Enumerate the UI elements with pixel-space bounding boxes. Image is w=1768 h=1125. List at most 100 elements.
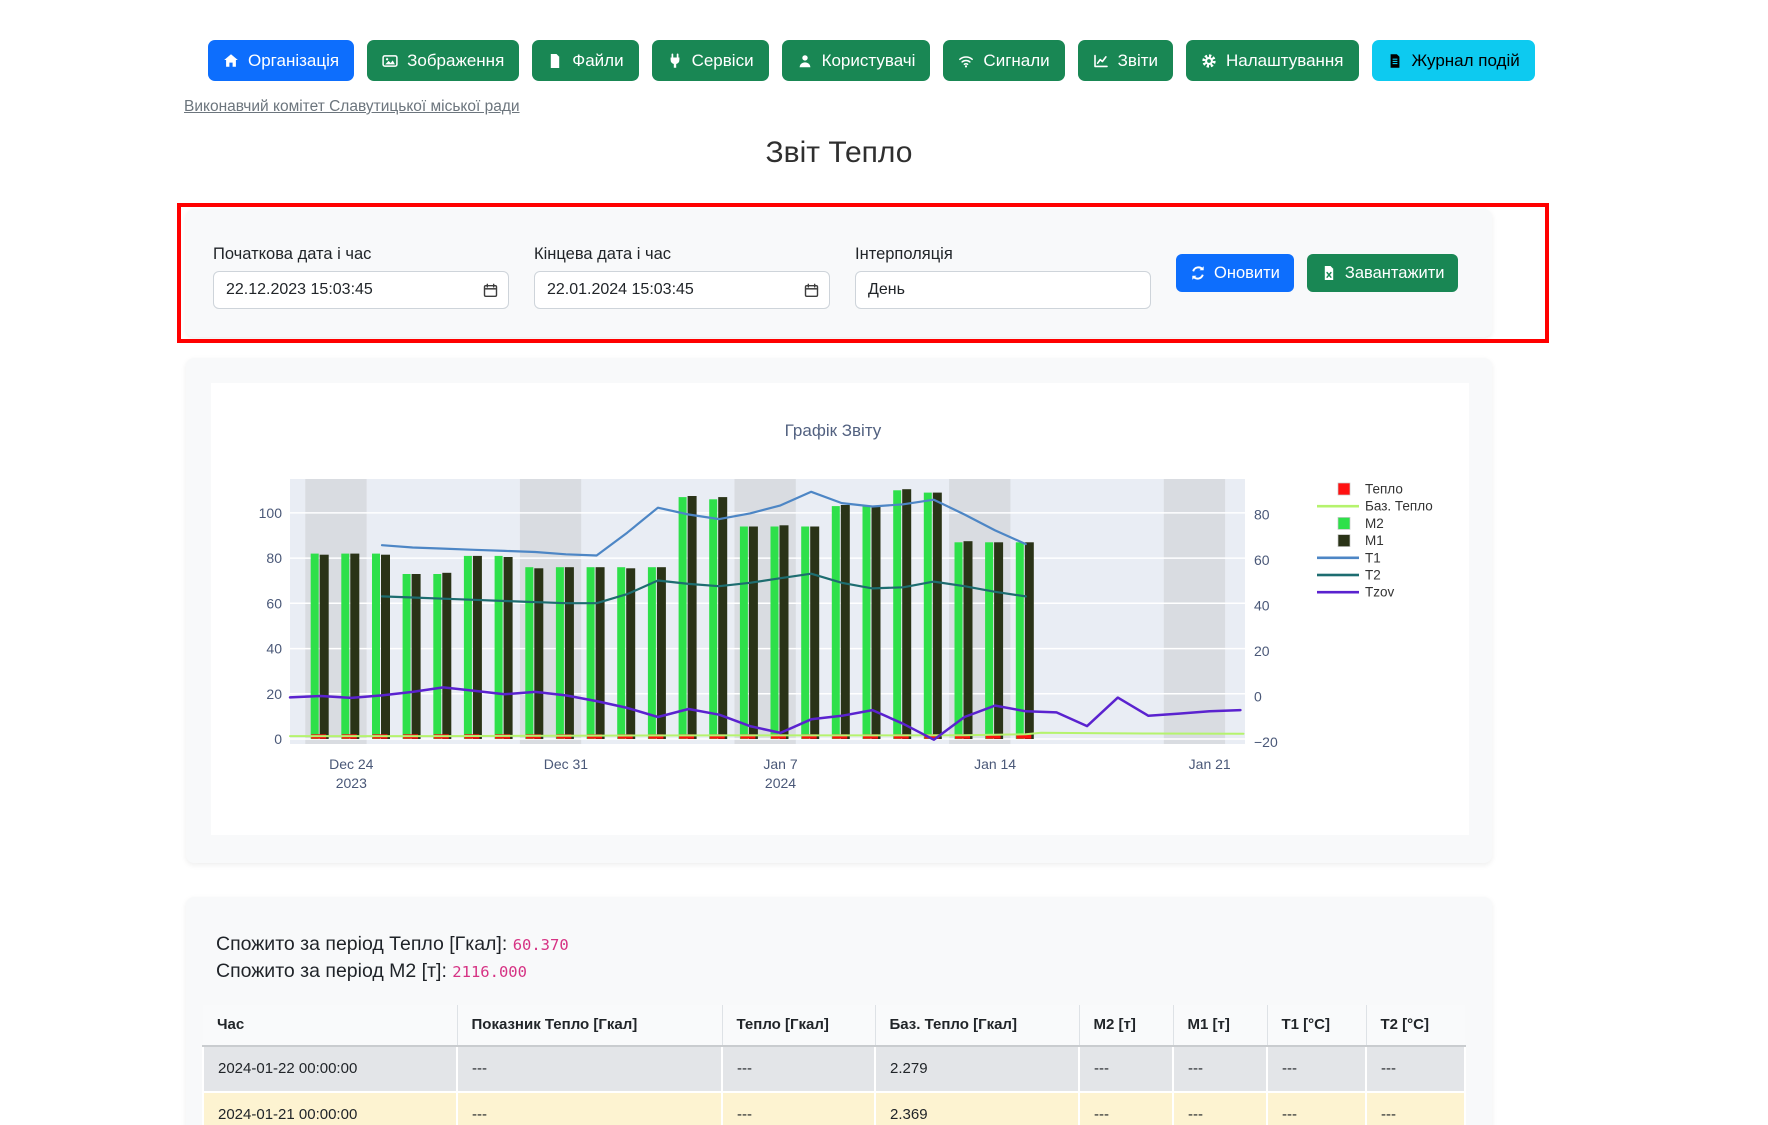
svg-text:Jan 21: Jan 21 (1189, 756, 1231, 772)
chart-title: Графік Звіту (785, 421, 882, 440)
weekend-band (1164, 479, 1225, 744)
start-date-field: Початкова дата і час (213, 245, 509, 337)
end-date-value[interactable] (547, 281, 804, 299)
table-cell: --- (722, 1092, 875, 1125)
nav-button-reports[interactable]: Звіти (1078, 40, 1173, 81)
table-header-cell: Тепло [Гкал] (722, 1005, 875, 1046)
legend-item-T1[interactable]: T1 (1317, 550, 1381, 565)
organization-link[interactable]: Виконавчий комітет Славутицької міської … (184, 98, 520, 116)
report-controls-panel: Початкова дата і час Кінцева дата і час … (186, 209, 1492, 337)
legend-item-Баз. Тепло[interactable]: Баз. Тепло (1317, 499, 1433, 514)
table-header-cell: T2 [°C] (1366, 1005, 1465, 1046)
end-date-input[interactable] (534, 271, 830, 309)
nav-button-signals[interactable]: Сигнали (943, 40, 1064, 81)
table-header-cell: Баз. Тепло [Гкал] (875, 1005, 1079, 1046)
start-date-value[interactable] (226, 281, 483, 299)
legend-item-Tzov[interactable]: Tzov (1317, 585, 1395, 600)
nav-button-services[interactable]: Сервіси (652, 40, 769, 81)
nav-button-label: Журнал подій (1412, 51, 1520, 71)
interpolation-input[interactable] (855, 271, 1151, 309)
nav-button-event-log[interactable]: Журнал подій (1372, 40, 1535, 81)
legend-label: M2 (1365, 516, 1384, 531)
legend-item-Тепло[interactable]: Тепло (1338, 482, 1403, 497)
legend-swatch (1338, 535, 1350, 547)
m2-total-line: Спожито за період M2 [т]: 2116.000 (216, 960, 1492, 987)
calendar-icon[interactable] (483, 283, 498, 298)
table-header-cell: Показник Тепло [Гкал] (457, 1005, 722, 1046)
table-cell: --- (457, 1092, 722, 1125)
table-cell: --- (1079, 1046, 1173, 1092)
nav-button-settings[interactable]: Налаштування (1186, 40, 1359, 81)
nav-button-files[interactable]: Файли (532, 40, 638, 81)
heat-total-label: Спожито за період Тепло [Гкал]: (216, 933, 507, 955)
legend-item-T2[interactable]: T2 (1317, 568, 1381, 583)
nav-button-images[interactable]: Зображення (367, 40, 519, 81)
summary: Спожито за період Тепло [Гкал]: 60.370 С… (186, 897, 1492, 987)
nav-button-users[interactable]: Користувачі (782, 40, 931, 81)
report-chart-svg[interactable]: 020406080100−20020406080Dec 242023Dec 31… (211, 383, 1469, 835)
svg-text:0: 0 (274, 731, 282, 747)
svg-text:Jan 7: Jan 7 (763, 756, 797, 772)
legend-label: Тепло (1365, 482, 1403, 497)
legend-item-M2[interactable]: M2 (1338, 516, 1384, 531)
legend-swatch (1317, 557, 1359, 560)
table-header-cell: T1 [°C] (1267, 1005, 1366, 1046)
svg-text:Dec 24: Dec 24 (329, 756, 374, 772)
legend-item-M1[interactable]: M1 (1338, 533, 1384, 548)
table-cell: --- (1267, 1046, 1366, 1092)
legend-swatch (1317, 574, 1359, 577)
svg-text:40: 40 (1254, 598, 1270, 614)
table-header-cell: M2 [т] (1079, 1005, 1173, 1046)
nav-button-label: Сервіси (692, 51, 754, 71)
nav-button-label: Зображення (407, 51, 504, 71)
table-cell: --- (722, 1046, 875, 1092)
end-date-field: Кінцева дата і час (534, 245, 830, 337)
heat-total-value: 60.370 (513, 936, 569, 954)
end-date-label: Кінцева дата і час (534, 245, 830, 264)
svg-text:20: 20 (266, 686, 282, 702)
legend-label: T1 (1365, 550, 1381, 565)
svg-text:0: 0 (1254, 689, 1262, 705)
download-button[interactable]: Завантажити (1307, 254, 1459, 292)
interpolation-label: Інтерполяція (855, 245, 1151, 264)
nav-button-label: Налаштування (1226, 51, 1344, 71)
chart-icon (1093, 53, 1109, 69)
svg-text:60: 60 (266, 595, 282, 611)
report-chart[interactable]: 020406080100−20020406080Dec 242023Dec 31… (211, 383, 1469, 835)
refresh-button[interactable]: Оновити (1176, 254, 1294, 292)
svg-text:40: 40 (266, 641, 282, 657)
svg-text:2023: 2023 (336, 775, 367, 791)
svg-text:80: 80 (1254, 507, 1270, 523)
refresh-button-label: Оновити (1214, 264, 1280, 283)
table-row: 2024-01-22 00:00:00------2.279----------… (203, 1046, 1465, 1092)
calendar-icon[interactable] (804, 283, 819, 298)
left-axis-ticks: 020406080100 (259, 505, 283, 747)
legend-label: Tzov (1365, 585, 1395, 600)
nav-button-organization[interactable]: Організація (208, 40, 354, 81)
chart-panel: 020406080100−20020406080Dec 242023Dec 31… (186, 358, 1492, 863)
legend-swatch (1317, 591, 1359, 594)
table-cell: 2024-01-21 00:00:00 (203, 1092, 457, 1125)
download-button-label: Завантажити (1345, 264, 1445, 283)
nav-button-label: Сигнали (983, 51, 1049, 71)
table-cell: 2.279 (875, 1046, 1079, 1092)
table-header-row: ЧасПоказник Тепло [Гкал]Тепло [Гкал]Баз.… (203, 1005, 1465, 1046)
table-cell: --- (1079, 1092, 1173, 1125)
page: Організація Зображення Файли Сервіси Користу… (0, 0, 1768, 1125)
interpolation-value[interactable] (868, 281, 1140, 299)
m2-total-value: 2116.000 (452, 963, 527, 981)
legend-swatch (1317, 505, 1359, 508)
legend-swatch (1338, 517, 1350, 529)
table-header-cell: Час (203, 1005, 457, 1046)
start-date-input[interactable] (213, 271, 509, 309)
image-icon (382, 53, 398, 69)
svg-text:2024: 2024 (765, 775, 796, 791)
table-cell: --- (1366, 1046, 1465, 1092)
table-cell: --- (1366, 1092, 1465, 1125)
nav-button-label: Організація (248, 51, 339, 71)
plug-icon (667, 53, 683, 69)
excel-file-icon (1321, 265, 1337, 281)
interpolation-field: Інтерполяція (855, 245, 1151, 337)
legend-label: T2 (1365, 568, 1381, 583)
table-cell: 2.369 (875, 1092, 1079, 1125)
